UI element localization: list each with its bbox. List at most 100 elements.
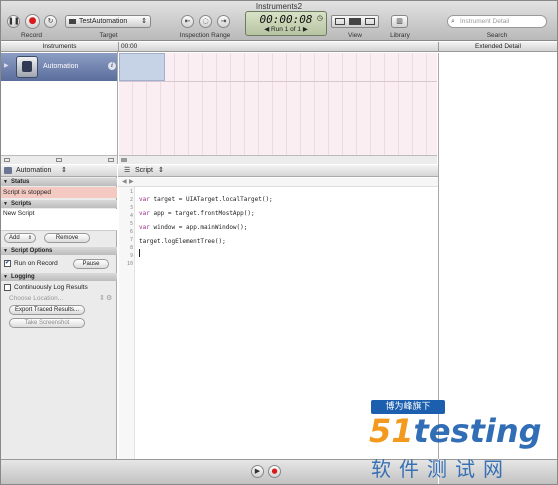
jump-label: Script [135,167,153,174]
gear-icon[interactable]: ⚙ [106,294,112,302]
next-run-icon[interactable]: ▶ [303,26,308,33]
timeline-ruler: 00:00 [118,42,438,52]
pause-script-button[interactable]: Pause [73,259,109,269]
target-label: Target [99,32,118,39]
watermark-logo: 51testing [369,413,542,449]
pane-divider [117,52,118,164]
inspection-start-button[interactable]: ⇤ [181,15,194,28]
scripts-section-header[interactable]: ▼ Scripts [1,200,117,208]
automation-small-icon [4,167,12,174]
editor-nav-bar: ◀ ▶ [118,178,438,187]
script-list-item[interactable]: New Script [3,210,34,217]
disclosure-triangle-icon[interactable]: ▶ [4,62,9,69]
line-number-gutter: 1 2 3 4 5 6 7 8 9 10 [119,187,135,459]
close-window-button[interactable] [7,4,15,12]
scripts-list[interactable]: New Script [1,209,117,231]
instrument-track[interactable] [119,53,437,155]
line-number: 7 [129,237,133,243]
play-icon: ▶ [254,467,261,475]
logging-section-header[interactable]: ▼ Logging [1,273,117,281]
timer-readout: 00:00:08 [259,13,313,26]
restart-button[interactable]: ↻ [44,15,57,28]
code-line: target.logElementTree(); [139,238,226,245]
view-detail-pane-icon[interactable] [349,18,361,25]
instrument-name: Automation [43,63,79,70]
line-number: 9 [129,253,133,259]
play-script-button[interactable]: ▶ [251,465,264,478]
selector-value: Automation [16,167,52,174]
take-screenshot-button[interactable]: Take Screenshot [9,318,85,328]
popup-arrows-icon: ⇕ [158,167,164,174]
list-view-icon[interactable]: ☰ [124,166,130,174]
run-on-record-checkbox[interactable]: ✔ [4,260,11,267]
forward-icon[interactable]: ▶ [129,178,134,185]
view-segmented-control[interactable] [331,15,379,28]
info-icon[interactable]: i [108,62,116,70]
continuous-log-label: Continuously Log Results [14,284,88,291]
expand-icon[interactable] [56,158,62,162]
logging-header-label: Logging [11,274,35,280]
library-button[interactable]: ▥ [391,15,408,28]
instrument-row-automation[interactable]: ▶ Automation i [1,53,117,81]
status-header-label: Status [11,179,30,185]
view-right-pane-icon[interactable] [365,18,375,25]
inspection-clear-button[interactable]: ◌ [199,15,212,28]
loop-icon: ↻ [47,17,54,25]
timeline-scrollbar[interactable] [119,155,437,164]
instruments-header: Instruments [1,42,118,52]
continuous-log-checkbox[interactable] [4,284,11,291]
rect-zoom-icon[interactable] [4,158,10,162]
line-number: 5 [129,221,133,227]
popup-arrows-icon: ⇕ [27,235,32,241]
toolbar: Instruments2 ❚❚ ● ↻ Record TestAutomatio… [1,1,557,41]
line-number: 3 [129,205,133,211]
instrument-selector[interactable]: Automation ⇕ [1,165,117,177]
timeline-start-time: 00:00 [121,43,138,50]
pause-button[interactable]: ❚❚ [7,15,20,28]
add-script-button[interactable]: Add ⇕ [4,233,36,243]
extended-detail-header: Extended Detail [438,42,557,52]
target-popup[interactable]: TestAutomation ⇕ [65,15,151,28]
collapse-icon[interactable] [108,158,114,162]
left-bottom-bar [1,459,118,484]
line-number: 4 [129,213,133,219]
automation-instrument-icon [16,56,38,78]
status-text: Script is stopped [1,187,117,198]
line-number: 1 [129,189,133,195]
instruments-scrollbar[interactable] [1,155,117,164]
back-icon[interactable]: ◀ [122,178,127,185]
zoom-icon[interactable] [121,158,127,162]
run-counter: ◀ Run 1 of 1 ▶ [246,26,326,34]
previous-run-icon[interactable]: ◀ [264,26,269,33]
disclosure-open-icon: ▼ [3,201,8,207]
add-label: Add [9,235,20,241]
script-options-section-header[interactable]: ▼ Script Options [1,247,117,255]
line-number: 10 [126,261,133,267]
search-field[interactable]: ⌕ Instrument Detail [447,15,547,28]
search-placeholder: Instrument Detail [460,18,510,25]
library-icon: ▥ [396,17,403,25]
record-script-button[interactable]: ● [268,465,281,478]
device-glyph [22,61,32,72]
library-label: Library [390,32,410,39]
range-start-icon: ⇤ [184,17,191,25]
remove-script-button[interactable]: Remove [44,233,90,243]
scripts-header-label: Scripts [11,201,32,207]
record-label: Record [21,32,42,39]
logo-word: testing [413,412,542,450]
track-selection-highlight [119,53,165,81]
choose-location-popup[interactable]: Choose Location... [9,295,63,302]
stepper-icon[interactable]: ⇕ [99,294,105,302]
status-section-header[interactable]: ▼ Status [1,178,117,186]
run-on-record-label: Run on Record [14,260,58,267]
popup-arrows-icon: ⇕ [61,167,67,174]
pause-icon: ❚❚ [8,17,20,25]
run-text: Run 1 of 1 [271,26,301,33]
code-line: var target = UIATarget.localTarget(); [139,196,273,203]
inspection-end-button[interactable]: ⇥ [217,15,230,28]
view-left-pane-icon[interactable] [335,18,345,25]
popup-arrows-icon: ⇕ [141,18,147,25]
record-button[interactable]: ● [25,14,40,29]
export-traced-results-button[interactable]: Export Traced Results... [9,305,85,315]
editor-jump-bar[interactable]: ☰ Script ⇕ [118,165,438,177]
